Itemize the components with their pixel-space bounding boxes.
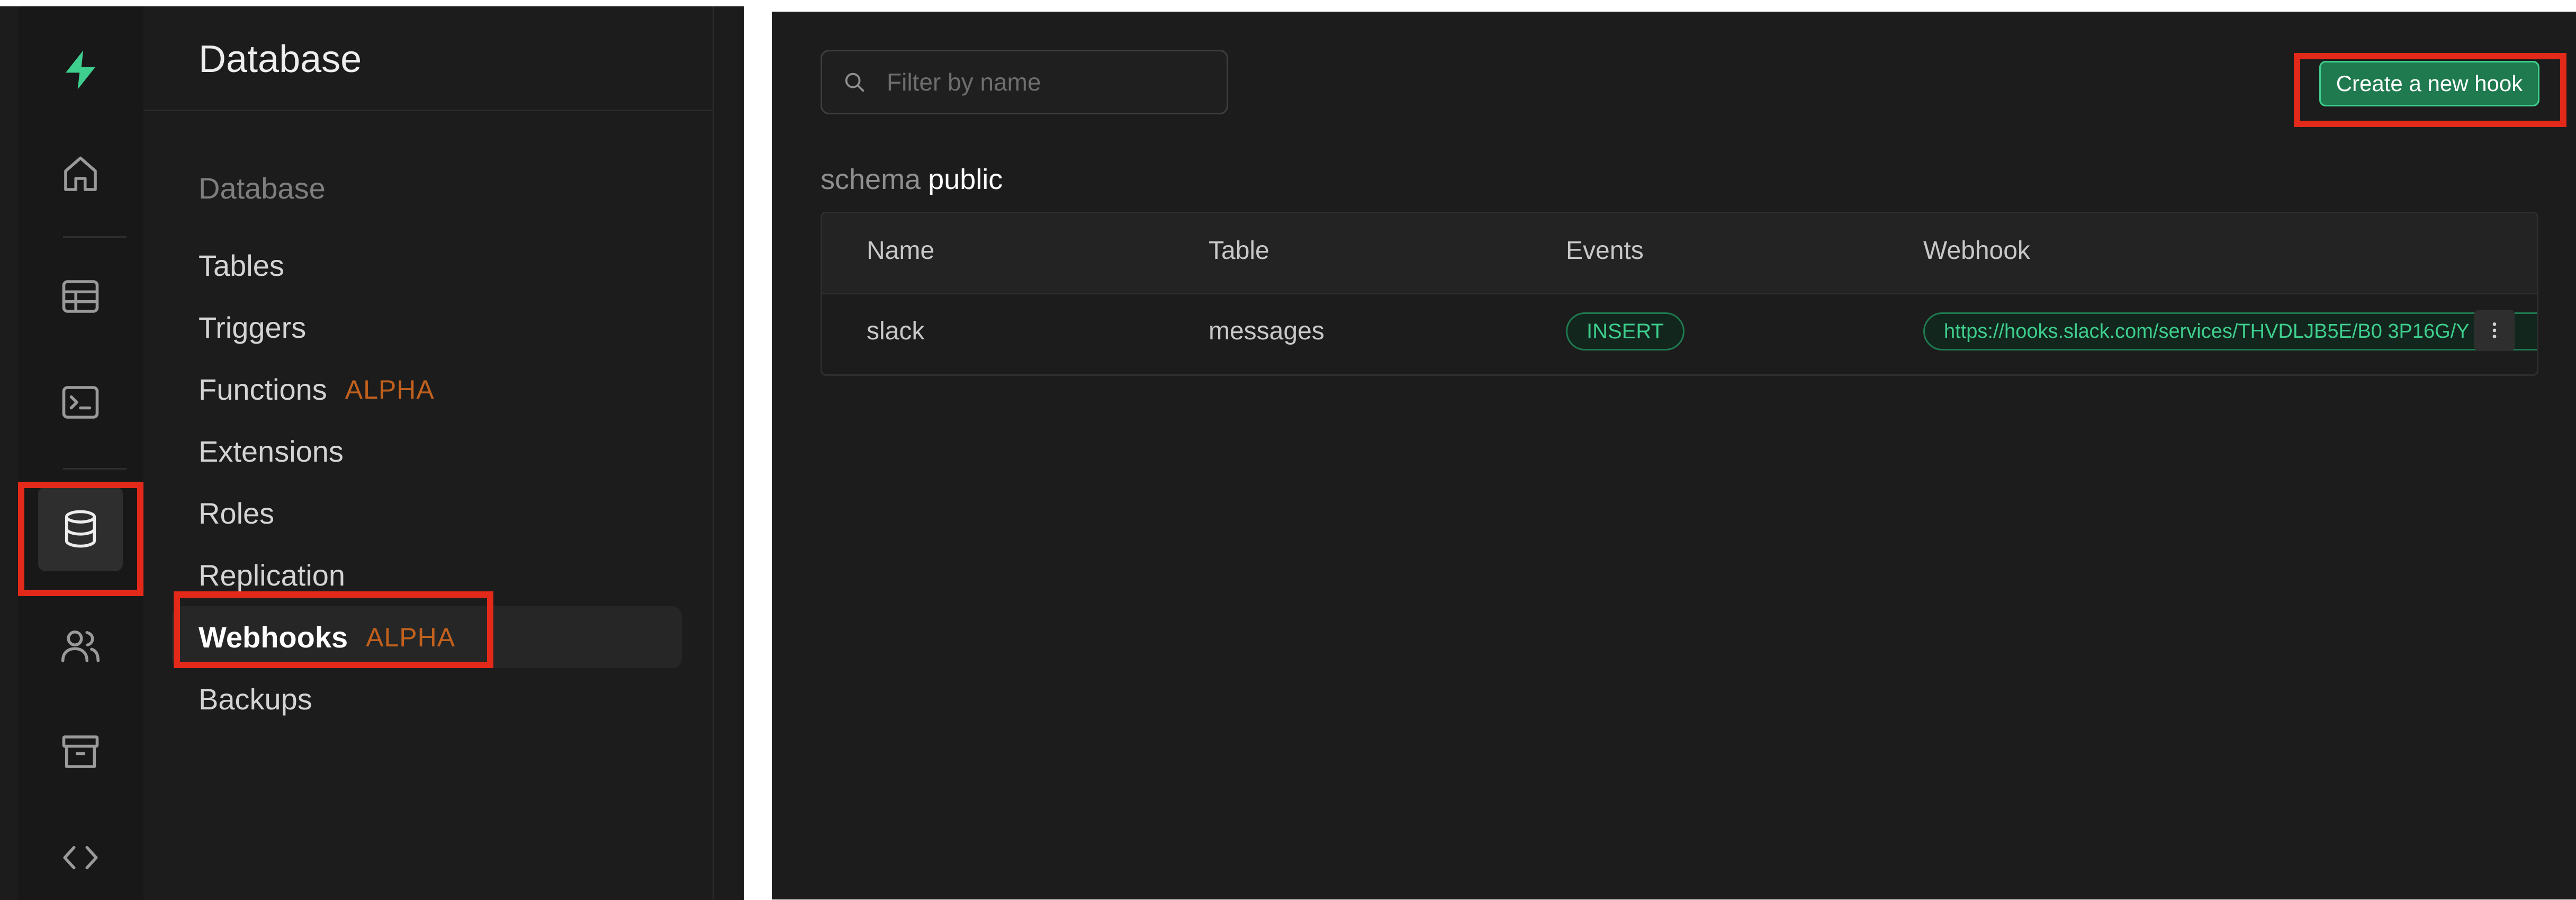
schema-value: public [928,164,1003,195]
archive-icon[interactable] [38,709,123,794]
search-input[interactable] [886,67,1216,97]
highlight-box-webhooks [174,591,493,668]
column-header-webhook: Webhook [1923,237,2030,265]
menu-title: Database [199,38,362,80]
menu-section-label: Database [199,172,326,205]
column-header-events: Events [1566,237,1644,265]
table-header [822,213,2537,294]
column-header-table: Table [1209,237,1269,265]
menu-item-functions[interactable]: Functions ALPHA [172,358,682,420]
webhooks-content: Create a new hook schemapublic Name Tabl… [772,12,2576,899]
icon-rail [18,6,145,900]
menu-item-label: Tables [199,249,284,282]
menu-item-extensions[interactable]: Extensions [172,420,682,482]
cell-hook-name: slack [867,317,925,345]
rail-divider [63,468,127,470]
terminal-icon[interactable] [38,360,123,445]
search-box[interactable] [821,50,1228,114]
row-actions-button[interactable] [2474,310,2515,351]
column-header-name: Name [867,237,935,265]
alpha-badge: ALPHA [345,374,435,404]
search-icon [845,73,864,92]
webhook-url: https://hooks.slack.com/services/THVDLJB… [1923,312,2537,350]
menu-item-label: Triggers [199,311,307,344]
database-menu: Database Database Tables Triggers Functi… [143,6,714,900]
menu-item-label: Roles [199,497,275,530]
menu-divider [143,110,713,111]
rail-divider [63,236,127,238]
menu-item-roles[interactable]: Roles [172,482,682,544]
highlight-box-database [18,482,143,596]
menu-item-label: Backups [199,682,312,716]
menu-item-label: Extensions [199,435,344,468]
code-icon[interactable] [38,815,123,900]
highlight-box-create-hook [2294,53,2566,127]
supabase-logo-icon[interactable] [38,28,123,112]
more-vertical-icon [2492,322,2497,338]
home-icon[interactable] [38,132,123,217]
hooks-table: Name Table Events Webhook slack messages… [821,212,2538,376]
left-panel: Database Database Tables Triggers Functi… [0,6,744,900]
menu-item-label: Functions [199,373,327,406]
menu-item-label: Replication [199,559,346,592]
schema-selector[interactable]: schema public [821,161,1003,198]
table-editor-icon[interactable] [38,254,123,339]
menu-item-backups[interactable]: Backups [172,668,682,730]
cell-hook-table: messages [1209,317,1325,345]
event-badge: INSERT [1566,312,1685,350]
menu-item-triggers[interactable]: Triggers [172,296,682,358]
users-icon[interactable] [38,604,123,688]
schema-label: schema [821,164,921,195]
menu-item-tables[interactable]: Tables [172,235,682,296]
